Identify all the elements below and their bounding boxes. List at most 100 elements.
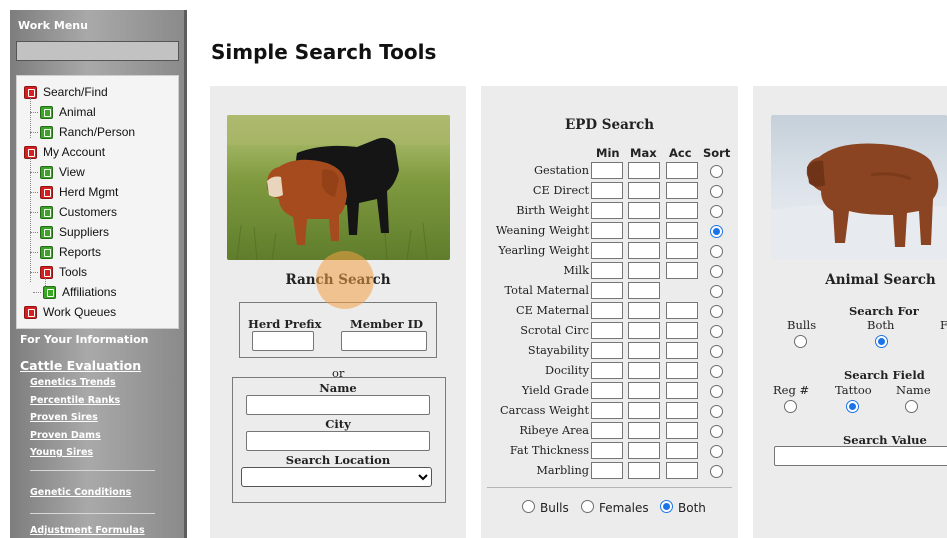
epd-min-input[interactable]: [591, 242, 623, 259]
menu-item-work-queues[interactable]: Work Queues: [24, 303, 116, 321]
epd-min-input[interactable]: [591, 402, 623, 419]
epd-sort-radio[interactable]: [710, 325, 723, 338]
menu-item-ranch-person[interactable]: Ranch/Person: [40, 123, 135, 141]
epd-sort-radio[interactable]: [710, 365, 723, 378]
search-location-select[interactable]: [241, 467, 432, 487]
gender-radio-both[interactable]: [660, 500, 673, 513]
epd-min-input[interactable]: [591, 442, 623, 459]
epd-max-input[interactable]: [628, 222, 660, 239]
epd-sort-radio[interactable]: [710, 265, 723, 278]
menu-item-customers[interactable]: Customers: [40, 203, 117, 221]
epd-sort-radio[interactable]: [710, 425, 723, 438]
herd-prefix-input[interactable]: [252, 331, 314, 351]
gender-radio-bulls[interactable]: [522, 500, 535, 513]
epd-min-input[interactable]: [591, 362, 623, 379]
menu-item-search-find[interactable]: Search/Find: [24, 83, 108, 101]
epd-acc-input[interactable]: [666, 222, 698, 239]
fyi-link[interactable]: Genetics Trends: [30, 377, 116, 388]
menu-item-reports[interactable]: Reports: [40, 243, 101, 261]
epd-acc-input[interactable]: [666, 262, 698, 279]
cattle-evaluation-link[interactable]: Cattle Evaluation: [20, 358, 141, 373]
fyi-link[interactable]: Adjustment Formulas: [30, 525, 145, 536]
search-field-radio-name[interactable]: [905, 400, 918, 413]
epd-max-input[interactable]: [628, 422, 660, 439]
menu-item-tools[interactable]: Tools: [40, 263, 87, 281]
epd-acc-input[interactable]: [666, 462, 698, 479]
epd-min-input[interactable]: [591, 342, 623, 359]
menu-item-view[interactable]: View: [40, 163, 85, 181]
search-value-label: Search Value: [843, 433, 927, 447]
epd-sort-radio[interactable]: [710, 285, 723, 298]
epd-min-input[interactable]: [591, 282, 623, 299]
epd-min-input[interactable]: [591, 202, 623, 219]
epd-acc-input[interactable]: [666, 382, 698, 399]
epd-sort-radio[interactable]: [710, 245, 723, 258]
epd-min-input[interactable]: [591, 222, 623, 239]
epd-min-input[interactable]: [591, 302, 623, 319]
epd-max-input[interactable]: [628, 262, 660, 279]
epd-max-input[interactable]: [628, 442, 660, 459]
work-menu-input[interactable]: [16, 41, 179, 61]
epd-sort-radio[interactable]: [710, 345, 723, 358]
gender-radio-females[interactable]: [581, 500, 594, 513]
fyi-link[interactable]: Young Sires: [30, 447, 93, 458]
fyi-link[interactable]: Genetic Conditions: [30, 487, 131, 498]
epd-acc-input[interactable]: [666, 302, 698, 319]
epd-sort-radio[interactable]: [710, 445, 723, 458]
epd-acc-input[interactable]: [666, 322, 698, 339]
epd-acc-input[interactable]: [666, 402, 698, 419]
epd-acc-input[interactable]: [666, 342, 698, 359]
epd-min-input[interactable]: [591, 382, 623, 399]
epd-sort-radio[interactable]: [710, 305, 723, 318]
epd-max-input[interactable]: [628, 282, 660, 299]
name-input[interactable]: [246, 395, 430, 415]
epd-max-input[interactable]: [628, 242, 660, 259]
epd-acc-input[interactable]: [666, 422, 698, 439]
search-field-radio-tattoo[interactable]: [846, 400, 859, 413]
epd-acc-input[interactable]: [666, 182, 698, 199]
epd-max-input[interactable]: [628, 302, 660, 319]
city-input[interactable]: [246, 431, 430, 451]
epd-max-input[interactable]: [628, 342, 660, 359]
fyi-link[interactable]: Percentile Ranks: [30, 395, 120, 406]
epd-acc-input[interactable]: [666, 442, 698, 459]
menu-item-my-account[interactable]: My Account: [24, 143, 105, 161]
epd-min-input[interactable]: [591, 262, 623, 279]
epd-sort-radio[interactable]: [710, 185, 723, 198]
epd-sort-radio[interactable]: [710, 165, 723, 178]
epd-min-input[interactable]: [591, 422, 623, 439]
fyi-link[interactable]: Proven Dams: [30, 430, 101, 441]
member-id-input[interactable]: [341, 331, 427, 351]
epd-sort-radio[interactable]: [710, 465, 723, 478]
search-for-radio-bulls[interactable]: [794, 335, 807, 348]
epd-max-input[interactable]: [628, 362, 660, 379]
epd-min-input[interactable]: [591, 182, 623, 199]
search-for-radio-both[interactable]: [875, 335, 888, 348]
menu-item-animal[interactable]: Animal: [40, 103, 96, 121]
epd-sort-radio[interactable]: [710, 405, 723, 418]
epd-max-input[interactable]: [628, 182, 660, 199]
epd-max-input[interactable]: [628, 202, 660, 219]
menu-item-label: Suppliers: [59, 225, 110, 239]
epd-max-input[interactable]: [628, 162, 660, 179]
epd-max-input[interactable]: [628, 322, 660, 339]
search-field-radio-reg[interactable]: [784, 400, 797, 413]
epd-acc-input[interactable]: [666, 202, 698, 219]
epd-acc-input[interactable]: [666, 242, 698, 259]
epd-min-input[interactable]: [591, 162, 623, 179]
epd-acc-input[interactable]: [666, 362, 698, 379]
fyi-link[interactable]: Proven Sires: [30, 412, 98, 423]
epd-max-input[interactable]: [628, 462, 660, 479]
menu-item-herd-mgmt[interactable]: Herd Mgmt: [40, 183, 118, 201]
epd-sort-radio[interactable]: [710, 205, 723, 218]
epd-acc-input[interactable]: [666, 162, 698, 179]
menu-item-suppliers[interactable]: Suppliers: [40, 223, 109, 241]
epd-sort-radio[interactable]: [710, 385, 723, 398]
epd-max-input[interactable]: [628, 402, 660, 419]
search-value-input[interactable]: [774, 446, 947, 466]
menu-item-affiliations[interactable]: Affiliations: [43, 283, 116, 301]
epd-min-input[interactable]: [591, 322, 623, 339]
epd-max-input[interactable]: [628, 382, 660, 399]
epd-min-input[interactable]: [591, 462, 623, 479]
epd-sort-radio[interactable]: [710, 225, 723, 238]
